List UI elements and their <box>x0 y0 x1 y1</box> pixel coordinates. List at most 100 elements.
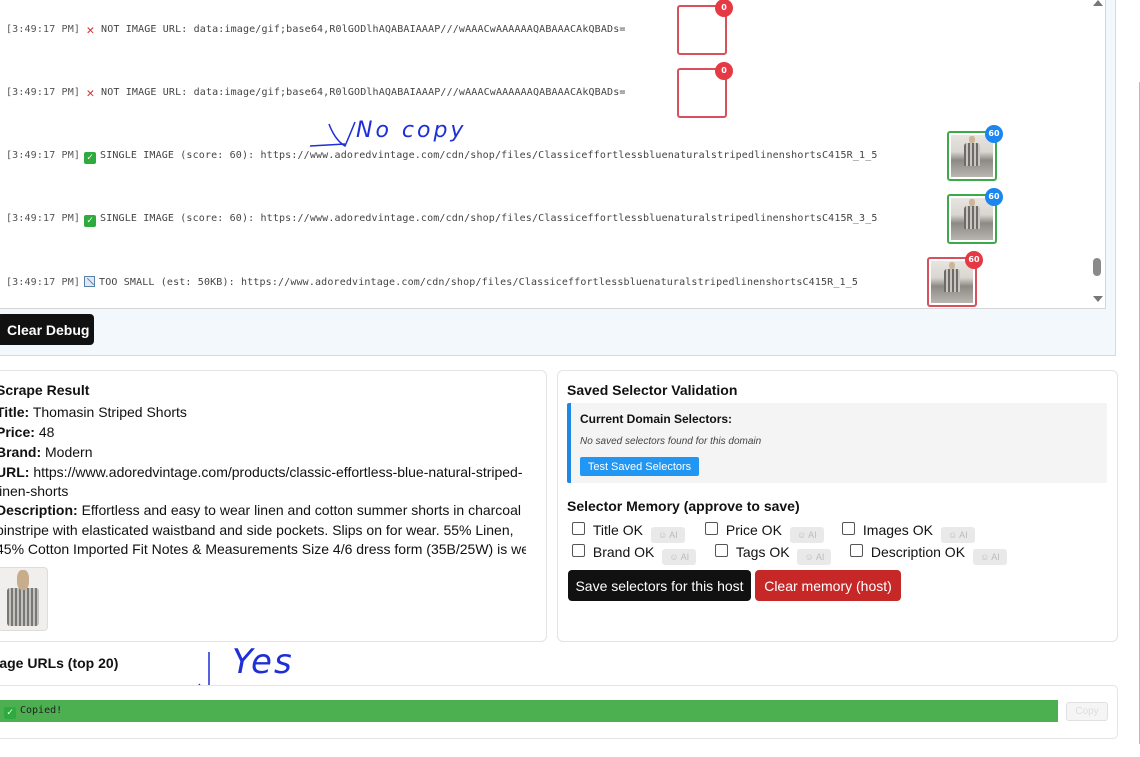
log-timestamp: [3:49:17 PM] <box>6 213 81 224</box>
ai-chip-label: AI <box>669 530 678 540</box>
ai-chip-icon: ☺ <box>657 530 670 540</box>
check-price[interactable]: Price OK ☺ AI <box>705 522 824 543</box>
checkbox[interactable] <box>572 522 585 535</box>
price-label: Price: <box>0 424 35 440</box>
score-badge: 60 <box>965 251 983 269</box>
score-badge: 0 <box>715 0 733 17</box>
ai-chip-label: AI <box>815 552 825 562</box>
check-icon: ✓ <box>84 215 97 227</box>
copied-label: Copied! <box>20 705 63 716</box>
description-label: Description: <box>0 502 78 518</box>
log-thumbnail[interactable]: 60 <box>927 251 983 307</box>
ai-chip-label: AI <box>959 530 968 540</box>
price-value: 48 <box>38 424 55 440</box>
ai-chip-icon: ☺ <box>980 552 992 562</box>
ai-chip-label: AI <box>808 530 817 540</box>
result-title: Title: Thomasin Striped Shorts <box>0 403 187 423</box>
description-value: Effortless and easy to wear linen and co… <box>81 502 521 518</box>
clear-debug-button[interactable]: Clear Debug <box>0 314 94 345</box>
ai-button[interactable]: ☺ AI <box>797 549 832 565</box>
current-selectors-heading: Current Domain Selectors: <box>580 412 733 426</box>
log-line: [3:49:17 PM] ✕ NOT IMAGE URL: data:image/g… <box>6 87 626 100</box>
cross-icon: ✕ <box>86 23 95 38</box>
check-icon: ✓ <box>4 707 16 719</box>
log-line: [3:49:17 PM] ✓ SINGLE IMAGE (score: 60): h… <box>6 213 946 227</box>
too-small-icon <box>84 276 96 287</box>
ai-button[interactable]: ☺ AI <box>650 527 685 543</box>
check-icon: ✓ <box>84 152 97 164</box>
url-value[interactable]: https://www.adoredvintage.com/products/c… <box>33 464 522 480</box>
result-brand: Brand: Modern <box>0 443 92 463</box>
scrape-result-heading: Scrape Result <box>0 382 90 398</box>
product-image <box>931 261 973 303</box>
copied-status-bar <box>0 700 1058 722</box>
ai-button[interactable]: ☺ AI <box>662 549 697 565</box>
checkbox[interactable] <box>850 544 863 557</box>
result-url-cont[interactable]: linen-shorts <box>0 482 68 502</box>
check-label: Description OK <box>870 544 966 560</box>
ai-chip-label: AI <box>991 552 1000 562</box>
test-saved-selectors-button[interactable]: Test Saved Selectors <box>580 457 699 476</box>
save-selectors-button[interactable]: Save selectors for this host <box>568 570 751 601</box>
selector-memory-heading: Selector Memory (approve to save) <box>567 498 800 514</box>
brand-label: Brand: <box>0 444 42 460</box>
score-badge: 60 <box>985 188 1003 206</box>
cross-icon: ✕ <box>86 86 95 101</box>
check-images[interactable]: Images OK ☺ AI <box>842 522 975 543</box>
ai-button[interactable]: ☺ AI <box>789 527 824 543</box>
debug-panel: [3:49:17 PM] ✕ NOT IMAGE URL: data:image/g… <box>0 0 1116 356</box>
log-scrollbar[interactable] <box>1090 0 1105 308</box>
image-urls-heading: Image URLs (top 20) <box>0 655 119 671</box>
annotation-no-copy: No copy <box>356 118 467 143</box>
annotation-yes: Yes <box>232 642 294 682</box>
log-message: TOO SMALL (est: 50KB): https://www.adore… <box>99 277 859 288</box>
result-description: Description: Effortless and easy to wear… <box>0 501 521 521</box>
product-image <box>951 135 993 177</box>
result-url: URL: https://www.adoredvintage.com/produ… <box>0 463 523 483</box>
log-timestamp: [3:49:17 PM] <box>6 87 81 98</box>
checkbox[interactable] <box>842 522 855 535</box>
log-thumbnail[interactable]: 0 <box>677 0 733 55</box>
url-label: URL: <box>0 464 30 480</box>
validation-heading: Saved Selector Validation <box>567 382 738 398</box>
ai-chip-label: AI <box>680 552 690 562</box>
log-message: NOT IMAGE URL: data:image/gif;base64,R0l… <box>101 24 626 35</box>
checkbox[interactable] <box>705 522 718 535</box>
log-timestamp: [3:49:17 PM] <box>6 150 81 161</box>
copy-button[interactable]: Copy <box>1066 702 1108 721</box>
title-value: Thomasin Striped Shorts <box>32 404 187 420</box>
ai-chip-icon: ☺ <box>804 552 816 562</box>
scrollbar-thumb[interactable] <box>1093 258 1101 276</box>
check-title[interactable]: Title OK ☺ AI <box>572 522 685 543</box>
description-line: pinstripe with elasticated waistband and… <box>0 522 514 538</box>
check-description[interactable]: Description OK ☺ AI <box>850 544 1007 565</box>
check-brand[interactable]: Brand OK ☺ AI <box>572 544 697 565</box>
copied-status: ✓ Copied! <box>4 705 62 719</box>
scroll-up-icon[interactable] <box>1093 0 1103 6</box>
log-line: [3:49:17 PM] TOO SMALL (est: 50KB): https… <box>6 276 926 288</box>
check-tags[interactable]: Tags OK ☺ AI <box>715 544 832 565</box>
score-badge: 60 <box>985 125 1003 143</box>
ai-chip-icon: ☺ <box>796 530 809 540</box>
clear-memory-button[interactable]: Clear memory (host) <box>755 570 901 601</box>
checkbox[interactable] <box>715 544 728 557</box>
scroll-down-icon[interactable] <box>1093 296 1103 302</box>
description-line: 45% Cotton Imported Fit Notes & Measurem… <box>0 541 526 557</box>
title-label: Title: <box>0 404 30 420</box>
checkbox[interactable] <box>572 544 585 557</box>
log-thumbnail[interactable]: 60 <box>947 188 1003 244</box>
no-selectors-text: No saved selectors found for this domain <box>580 436 762 447</box>
ai-button[interactable]: ☺ AI <box>940 527 975 543</box>
ai-button[interactable]: ☺ AI <box>972 549 1007 565</box>
score-badge: 0 <box>715 62 733 80</box>
check-label: Brand OK <box>592 544 655 560</box>
check-label: Title OK <box>592 522 643 538</box>
debug-log[interactable]: [3:49:17 PM] ✕ NOT IMAGE URL: data:image/g… <box>0 0 1106 309</box>
log-thumbnail[interactable]: 60 <box>947 125 1003 181</box>
check-label: Price OK <box>725 522 782 538</box>
product-image <box>0 567 48 631</box>
result-price: Price: 48 <box>0 423 54 443</box>
ai-chip-icon: ☺ <box>947 530 960 540</box>
log-thumbnail[interactable]: 0 <box>677 62 733 118</box>
log-message: NOT IMAGE URL: data:image/gif;base64,R0l… <box>101 87 626 98</box>
